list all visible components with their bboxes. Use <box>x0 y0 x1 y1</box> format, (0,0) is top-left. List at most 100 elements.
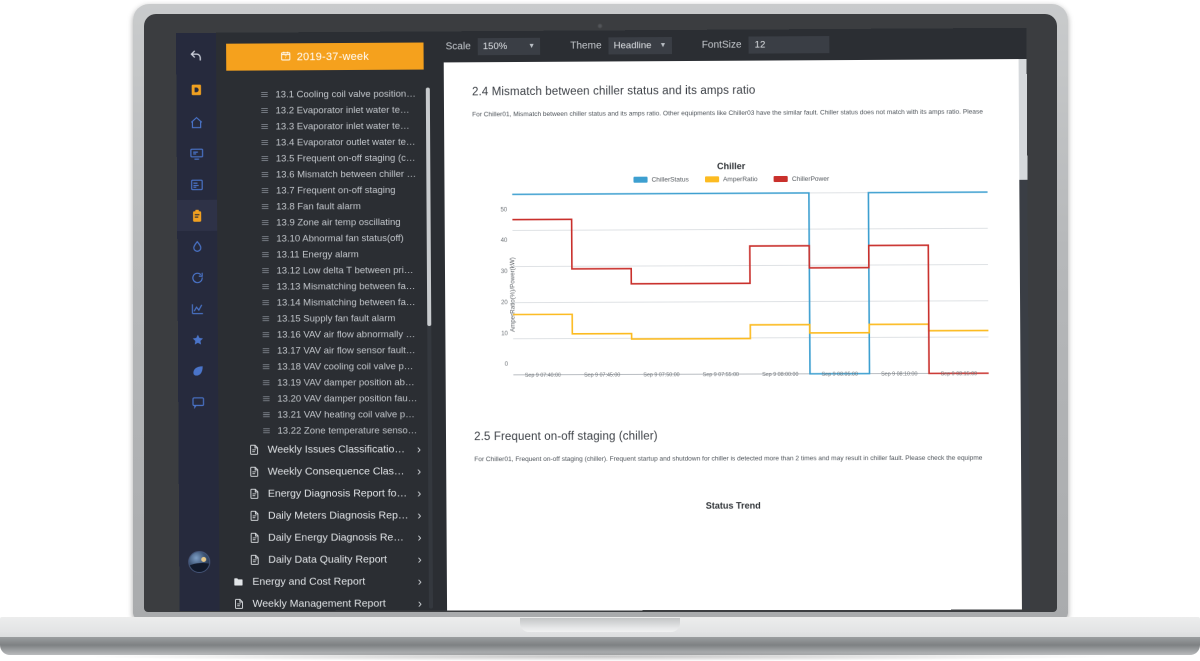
tree-leaf-item[interactable]: 13.21 VAV heating coil valve positi... <box>218 406 436 423</box>
droplet-icon[interactable] <box>177 231 217 262</box>
clipboard-icon[interactable] <box>177 200 217 231</box>
legend-swatch <box>633 177 647 183</box>
theme-select[interactable]: Headline ▼ <box>609 37 672 54</box>
drag-handle-icon <box>262 299 270 307</box>
tree-leaf-item[interactable]: 13.18 VAV cooling coil valve positio... <box>218 358 436 375</box>
chart-icon[interactable] <box>178 293 218 324</box>
svg-text:20: 20 <box>501 300 508 306</box>
svg-text:Sep 9 07:55:00: Sep 9 07:55:00 <box>703 372 739 378</box>
drag-handle-icon <box>261 235 269 243</box>
tree-leaf-item[interactable]: 13.9 Zone air temp oscillating <box>217 214 435 231</box>
tree-doc-label: Weekly Issues Classification ... <box>268 443 409 455</box>
svg-text:7: 7 <box>285 54 288 59</box>
week-selector-button[interactable]: 7 2019-37-week <box>226 43 424 71</box>
tree-doc-item[interactable]: Daily Energy Diagnosis Report › <box>219 526 437 549</box>
tree-leaf-label: 13.16 VAV air flow abnormally oscil... <box>277 329 417 341</box>
tree-leaf-item[interactable]: 13.13 Mismatching between fan an... <box>218 278 436 295</box>
tree-doc-list: Weekly Issues Classification ... › Weekly … <box>218 438 437 611</box>
week-selector-label: 2019-37-week <box>297 50 369 62</box>
tree-leaf-item[interactable]: 13.6 Mismatch between chiller stat... <box>217 166 435 183</box>
tree-leaf-item[interactable]: 13.1 Cooling coil valve position rea... <box>216 86 434 103</box>
chevron-right-icon[interactable]: › <box>417 531 426 543</box>
tree-leaf-label: 13.1 Cooling coil valve position rea... <box>275 88 415 100</box>
tree-doc-label: Weekly Consequence Classi... <box>268 465 409 477</box>
application-window: 7 2019-37-week 13.1 Cooling coil valve p… <box>176 28 1030 611</box>
back-icon[interactable] <box>176 39 216 73</box>
document-icon[interactable] <box>177 169 217 200</box>
chevron-right-icon[interactable]: › <box>417 443 426 455</box>
drag-handle-icon <box>261 251 269 259</box>
tree-doc-item[interactable]: Weekly Consequence Classi... › <box>219 460 437 483</box>
tree-doc-item[interactable]: Weekly Issues Classification ... › <box>218 438 436 461</box>
home-icon[interactable] <box>176 107 216 138</box>
report-tree[interactable]: 13.1 Cooling coil valve position rea... 1… <box>216 86 437 611</box>
scale-label: Scale <box>446 41 471 52</box>
chevron-right-icon[interactable]: › <box>417 509 426 521</box>
tree-leaf-item[interactable]: 13.15 Supply fan fault alarm <box>218 310 436 327</box>
legend-item[interactable]: AmperRatio <box>705 176 758 183</box>
file-icon <box>249 444 260 456</box>
tree-leaf-item[interactable]: 13.8 Fan fault alarm <box>217 198 435 215</box>
tree-doc-item[interactable]: Weekly Management Report › <box>219 593 437 611</box>
tree-leaf-item[interactable]: 13.2 Evaporator inlet water temper... <box>216 102 434 119</box>
tree-leaf-label: 13.21 VAV heating coil valve positi... <box>277 409 417 420</box>
tree-leaf-item[interactable]: 13.12 Low delta T between primary... <box>217 262 435 279</box>
document-viewport: 2.4 Mismatch between chiller status and … <box>434 59 1030 611</box>
file-icon <box>249 466 260 478</box>
file-icon <box>249 554 260 566</box>
webcam-icon <box>597 23 603 29</box>
tree-doc-label: Daily Data Quality Report <box>268 554 409 566</box>
tree-leaf-item[interactable]: 13.11 Energy alarm <box>217 246 435 263</box>
leaf-icon[interactable] <box>178 355 218 386</box>
chevron-right-icon[interactable]: › <box>417 465 426 477</box>
document-scrollbar-thumb[interactable] <box>1019 59 1028 180</box>
chevron-right-icon[interactable]: › <box>418 576 427 588</box>
fontsize-value: 12 <box>755 39 766 50</box>
theme-label: Theme <box>570 40 601 51</box>
svg-text:50: 50 <box>500 207 507 213</box>
tree-leaf-item[interactable]: 13.14 Mismatching between fan po... <box>218 294 436 311</box>
tree-leaf-label: 13.19 VAV damper position abnor... <box>277 377 417 388</box>
fontsize-input[interactable]: 12 <box>749 36 830 54</box>
chevron-right-icon[interactable]: › <box>418 553 427 565</box>
chat-icon[interactable] <box>178 386 218 417</box>
chevron-right-icon[interactable]: › <box>417 487 426 499</box>
avatar-detail-hill <box>188 563 210 572</box>
tree-doc-item[interactable]: Daily Meters Diagnosis Report › <box>219 504 437 527</box>
svg-text:10: 10 <box>501 331 508 337</box>
tree-leaf-item[interactable]: 13.16 VAV air flow abnormally oscil... <box>218 326 436 343</box>
status-trend-title: Status Trend <box>475 499 993 510</box>
drag-handle-icon <box>262 331 270 339</box>
toolbar: Scale 150% ▼ Theme Headline ▼ FontSize 1… <box>433 28 1026 63</box>
tree-doc-item[interactable]: Energy and Cost Report › <box>219 571 437 593</box>
chevron-right-icon[interactable]: › <box>418 598 427 610</box>
tree-leaf-list: 13.1 Cooling coil valve position rea... 1… <box>216 86 436 439</box>
tree-leaf-item[interactable]: 13.22 Zone temperature sensor fa... <box>218 422 436 439</box>
star-icon[interactable] <box>178 324 218 355</box>
tree-doc-item[interactable]: Daily Data Quality Report › <box>219 548 437 570</box>
tree-leaf-item[interactable]: 13.4 Evaporator outlet water tempe... <box>217 134 435 151</box>
brand-logo-icon[interactable] <box>176 73 216 107</box>
svg-text:Sep 9 07:45:00: Sep 9 07:45:00 <box>584 372 620 378</box>
scale-group: Scale 150% ▼ <box>446 38 541 56</box>
scale-select[interactable]: 150% ▼ <box>478 38 540 55</box>
tree-leaf-item[interactable]: 13.17 VAV air flow sensor fault with... <box>218 342 436 359</box>
refresh-icon[interactable] <box>177 262 217 293</box>
legend-item[interactable]: ChillerPower <box>774 176 829 183</box>
tree-leaf-label: 13.17 VAV air flow sensor fault with... <box>277 345 417 357</box>
tree-leaf-item[interactable]: 13.10 Abnormal fan status(off) <box>217 230 435 247</box>
tree-leaf-item[interactable]: 13.20 VAV damper position fault wi... <box>218 390 436 407</box>
tree-leaf-label: 13.8 Fan fault alarm <box>276 201 361 212</box>
legend-item[interactable]: ChillerStatus <box>633 176 688 183</box>
tree-leaf-item[interactable]: 13.3 Evaporator inlet water temper... <box>217 118 435 135</box>
chiller-chart: Chiller ChillerStatus AmperRatio ChillerPo… <box>472 160 992 401</box>
tree-doc-label: Energy Diagnosis Report for ... <box>268 487 409 499</box>
avatar[interactable] <box>188 551 210 573</box>
file-icon <box>249 488 260 500</box>
tree-doc-item[interactable]: Energy Diagnosis Report for ... › <box>219 482 437 505</box>
tree-leaf-item[interactable]: 13.19 VAV damper position abnor... <box>218 374 436 391</box>
monitor-icon[interactable] <box>177 138 217 169</box>
tree-leaf-item[interactable]: 13.5 Frequent on-off staging (chiller) <box>217 150 435 167</box>
tree-leaf-label: 13.14 Mismatching between fan po... <box>277 297 417 309</box>
tree-leaf-item[interactable]: 13.7 Frequent on-off staging <box>217 182 435 199</box>
